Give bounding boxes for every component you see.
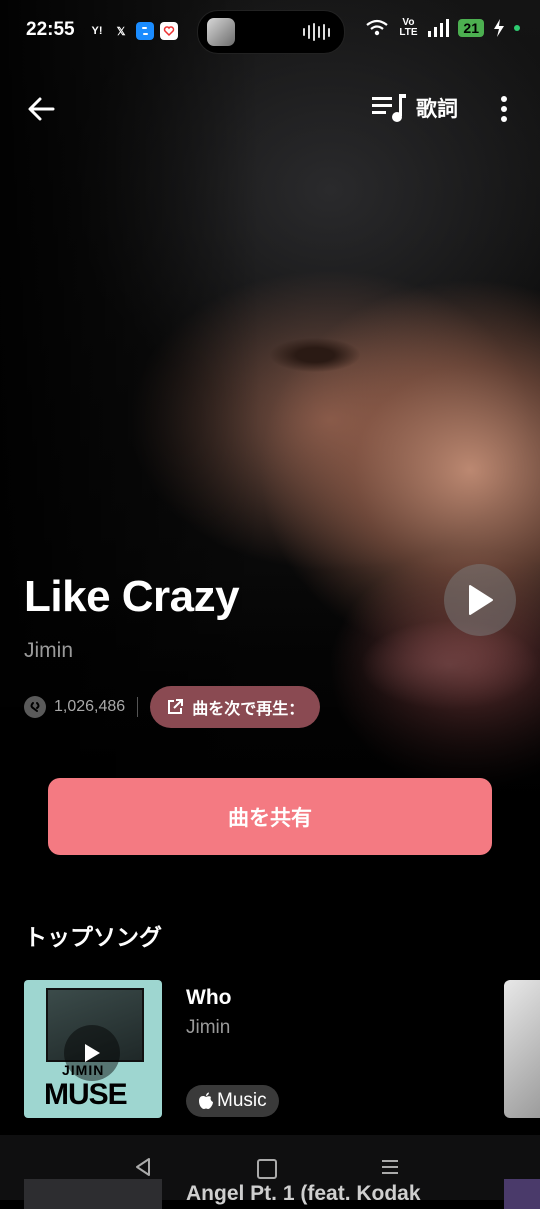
dynamic-island-media[interactable] — [197, 10, 345, 54]
nav-back-icon[interactable] — [133, 1157, 153, 1177]
top-song-item[interactable]: JIMIN MUSE Who Jimin Music — [24, 980, 484, 1118]
cover-play-button[interactable] — [64, 1025, 120, 1081]
top-songs-heading: トップソング — [24, 924, 162, 950]
media-thumbnail — [207, 18, 235, 46]
play-next-label: 曲を次で再生： — [192, 701, 305, 718]
song-artist[interactable]: Jimin — [24, 639, 73, 663]
system-nav-bar — [0, 1135, 540, 1200]
top-song-artist: Jimin — [186, 1017, 231, 1038]
play-icon — [85, 1044, 100, 1062]
next-song-cover-peek[interactable] — [504, 980, 540, 1118]
charging-bolt-icon — [494, 19, 504, 37]
more-vertical-icon — [501, 96, 507, 122]
song-title: Like Crazy — [24, 572, 240, 621]
back-button[interactable] — [26, 94, 58, 124]
active-dot-icon — [514, 25, 520, 31]
cover-album-text: MUSE — [44, 1078, 128, 1111]
more-options-button[interactable] — [496, 94, 512, 124]
nav-home-icon[interactable] — [257, 1159, 277, 1179]
nav-recents-icon[interactable] — [380, 1157, 400, 1177]
arrow-left-icon — [28, 97, 55, 121]
volte-label: Vo LTE — [399, 17, 418, 38]
shazam-count: 1,026,486 — [54, 698, 126, 715]
heart-app-icon — [160, 22, 178, 40]
status-app-icons: Y! 𝕏 — [88, 22, 178, 40]
divider — [137, 697, 139, 717]
song-stats-row: 1,026,486 曲を次で再生： — [24, 686, 321, 728]
hero-eye — [270, 338, 360, 372]
status-time: 22:55 — [26, 19, 75, 40]
play-button[interactable] — [444, 564, 516, 636]
signal-icon — [428, 19, 450, 37]
album-cover[interactable]: JIMIN MUSE — [24, 980, 162, 1118]
apple-icon — [199, 1092, 213, 1109]
battery-level: 21 — [458, 19, 484, 37]
apple-music-label: Music — [217, 1090, 267, 1111]
wifi-icon — [366, 19, 389, 36]
share-song-button[interactable]: 曲を共有 — [48, 778, 492, 855]
apple-music-button[interactable]: Music — [186, 1085, 279, 1117]
top-app-bar: 歌詞 — [0, 80, 540, 136]
lyrics-icon — [372, 94, 406, 122]
audio-wave-icon — [303, 23, 330, 41]
lyrics-button[interactable]: 歌詞 — [370, 92, 458, 124]
open-external-icon — [168, 699, 184, 714]
top-song-title[interactable]: Who — [186, 986, 231, 1010]
yahoo-icon: Y! — [91, 25, 103, 37]
status-indicators: Vo LTE 21 — [365, 18, 520, 38]
play-next-button[interactable]: 曲を次で再生： — [150, 686, 321, 728]
x-icon: 𝕏 — [116, 25, 126, 38]
play-icon — [469, 585, 493, 615]
status-bar: 22:55 Y! 𝕏 Vo LTE 21 — [0, 0, 540, 62]
lyrics-label: 歌詞 — [416, 98, 458, 121]
shazam-icon — [24, 696, 46, 718]
shazam-app-icon — [136, 22, 154, 40]
